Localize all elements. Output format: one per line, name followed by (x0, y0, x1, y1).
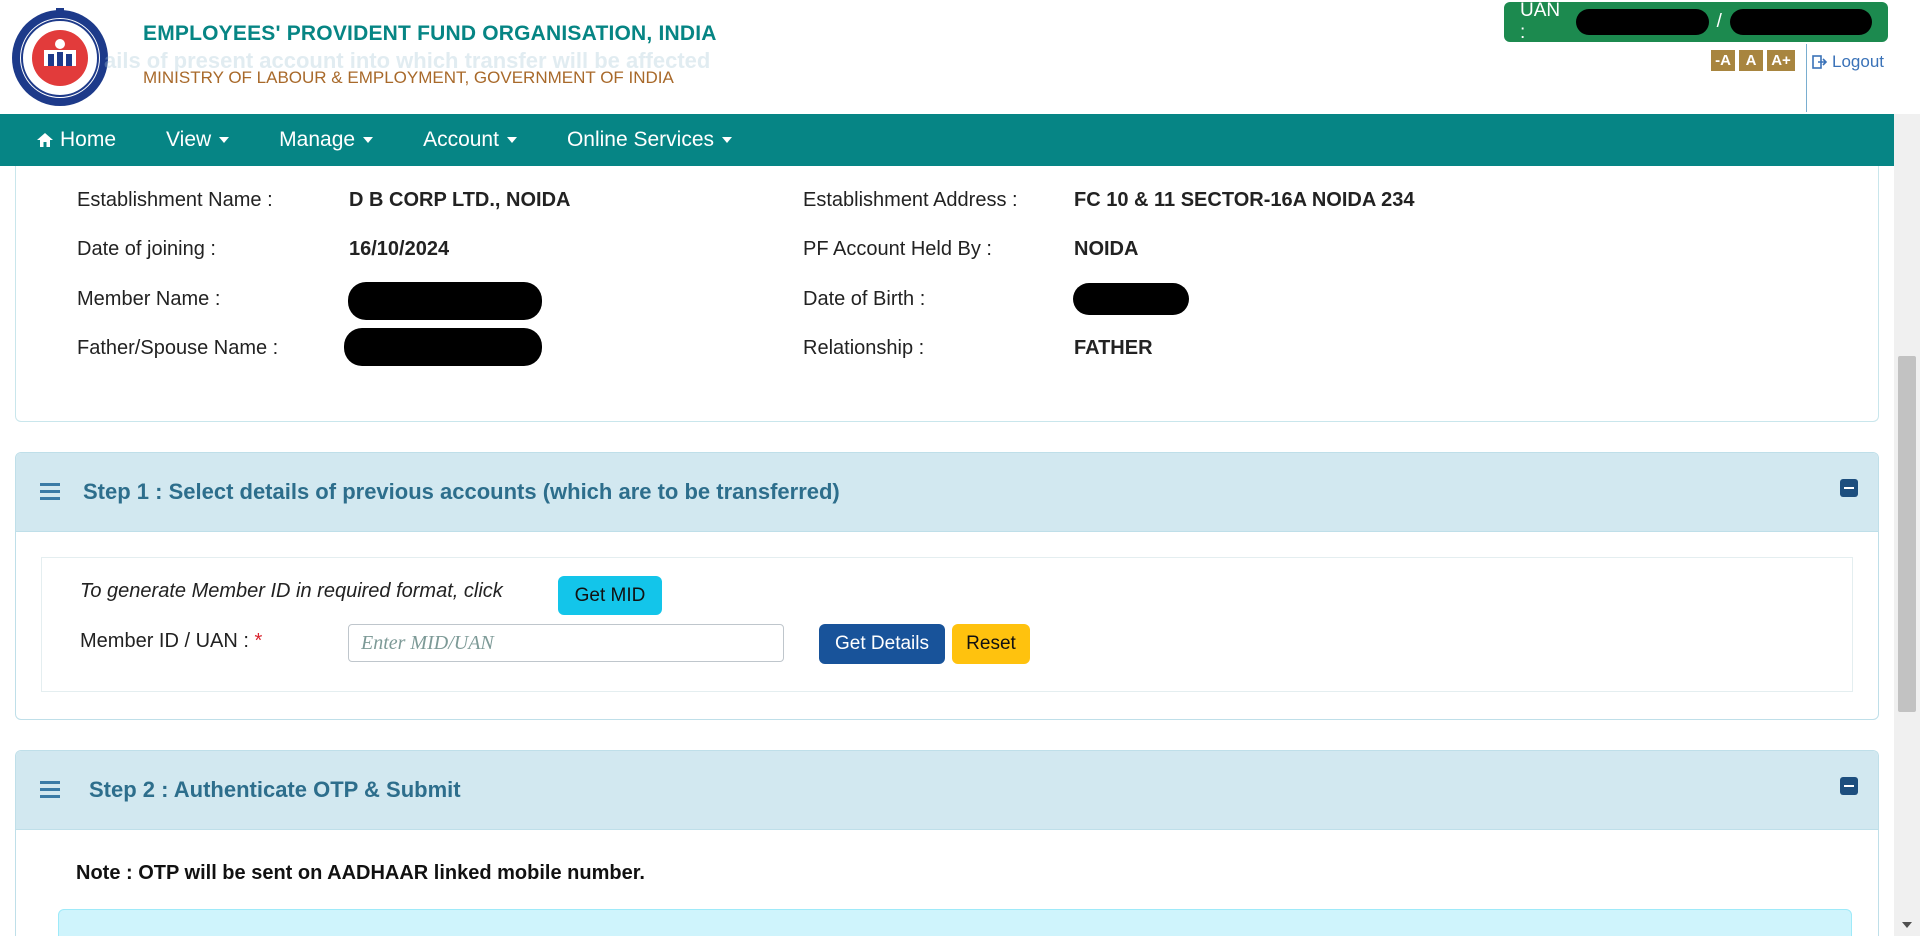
org-title: EMPLOYEES' PROVIDENT FUND ORGANISATION, … (143, 22, 717, 45)
establishment-address-label: Establishment Address : (803, 189, 1018, 211)
collapse-icon[interactable] (1840, 479, 1858, 497)
step1-header[interactable]: Step 1 : Select details of previous acco… (16, 453, 1878, 532)
nav-home[interactable]: Home (36, 128, 116, 152)
uan-label: UAN : (1520, 0, 1561, 43)
logout-link[interactable]: Logout (1812, 52, 1884, 72)
redacted-member-name (1729, 9, 1872, 35)
caret-down-icon (363, 137, 374, 143)
date-of-birth-label: Date of Birth : (803, 288, 926, 310)
decrease-font-button[interactable]: -A (1711, 50, 1735, 71)
site-header: ails of present account into which trans… (0, 0, 1920, 114)
scroll-thumb[interactable] (1898, 356, 1916, 712)
redacted-member-name (348, 282, 542, 320)
member-id-form: To generate Member ID in required format… (41, 557, 1853, 692)
establishment-name-label: Establishment Name : (77, 189, 273, 211)
step2-panel: Step 2 : Authenticate OTP & Submit Note … (15, 750, 1879, 936)
member-name-label: Member Name : (77, 288, 221, 310)
increase-font-button[interactable]: A+ (1767, 50, 1795, 71)
collapse-icon[interactable] (1840, 777, 1858, 795)
pf-account-held-by-label: PF Account Held By : (803, 238, 992, 260)
nav-home-label: Home (60, 128, 117, 151)
date-of-joining-value: 16/10/2024 (349, 238, 450, 260)
nav-view-label: View (166, 128, 212, 151)
relationship-value: FATHER (1074, 337, 1153, 359)
font-size-controls: -A A A+ (1711, 50, 1795, 71)
present-account-details: Establishment Name : D B CORP LTD., NOID… (15, 150, 1879, 422)
scroll-down-arrow-icon[interactable] (1902, 922, 1912, 928)
menu-icon (40, 781, 60, 799)
nav-account[interactable]: Account (423, 128, 517, 152)
redacted-father-name (344, 328, 542, 366)
date-of-joining-label: Date of joining : (77, 238, 216, 260)
required-asterisk: * (254, 630, 263, 652)
caret-down-icon (506, 137, 517, 143)
redacted-uan (1576, 9, 1709, 35)
caret-down-icon (219, 137, 230, 143)
header-divider (1806, 44, 1807, 112)
main-navbar: Home View Manage Account Online Services (0, 114, 1894, 166)
epfo-logo-icon (12, 8, 108, 106)
reset-button[interactable]: Reset (952, 624, 1030, 664)
step1-title: Step 1 : Select details of previous acco… (83, 479, 840, 504)
otp-info-alert (58, 909, 1852, 936)
member-id-label: Member ID / UAN : * (80, 630, 263, 652)
father-spouse-name-label: Father/Spouse Name : (77, 337, 279, 359)
uan-separator: / (1716, 11, 1722, 32)
uan-badge: UAN : / (1504, 0, 1888, 43)
nav-account-label: Account (423, 128, 499, 151)
step2-header[interactable]: Step 2 : Authenticate OTP & Submit (16, 751, 1878, 830)
logout-icon (1812, 55, 1828, 69)
ministry-subtitle: MINISTRY OF LABOUR & EMPLOYMENT, GOVERNM… (143, 68, 674, 87)
get-details-button[interactable]: Get Details (819, 624, 945, 664)
establishment-address-value: FC 10 & 11 SECTOR-16A NOIDA 234 (1074, 189, 1415, 211)
nav-online-services[interactable]: Online Services (566, 128, 733, 152)
nav-manage-label: Manage (279, 128, 356, 151)
redacted-date-of-birth (1073, 283, 1189, 315)
menu-icon (40, 483, 60, 501)
logout-label: Logout (1832, 52, 1884, 71)
pf-account-held-by-value: NOIDA (1074, 238, 1139, 260)
otp-note: Note : OTP will be sent on AADHAAR linke… (76, 862, 645, 884)
nav-manage[interactable]: Manage (279, 128, 374, 152)
step2-title: Step 2 : Authenticate OTP & Submit (89, 777, 461, 802)
nav-view[interactable]: View (166, 128, 230, 152)
home-icon (37, 133, 53, 147)
nav-online-services-label: Online Services (566, 128, 715, 151)
member-id-input[interactable] (348, 624, 784, 662)
vertical-scrollbar[interactable] (1894, 0, 1920, 936)
get-mid-button[interactable]: Get MID (558, 576, 662, 615)
default-font-button[interactable]: A (1739, 50, 1763, 71)
establishment-name-value: D B CORP LTD., NOIDA (349, 189, 571, 211)
caret-down-icon (722, 137, 733, 143)
step1-panel: Step 1 : Select details of previous acco… (15, 452, 1879, 720)
relationship-label: Relationship : (803, 337, 925, 359)
get-mid-hint: To generate Member ID in required format… (80, 580, 503, 602)
